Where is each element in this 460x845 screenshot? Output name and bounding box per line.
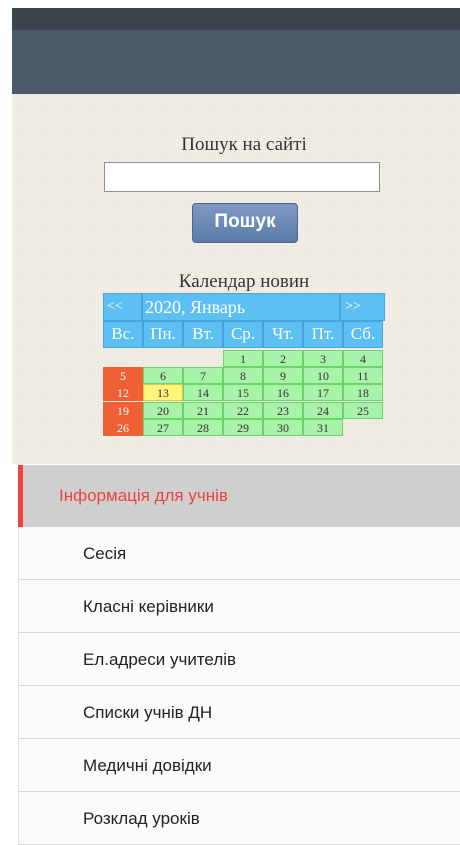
weekday-label: Ср. — [223, 321, 263, 348]
page-left-edge — [0, 8, 12, 839]
calendar-day-empty — [183, 350, 223, 367]
calendar-days-grid: 1 2 3 4 5 6 7 8 9 10 11 12 13 14 15 16 17 18 19 20 21 22 23 24 2… — [103, 350, 385, 440]
calendar-day[interactable]: 3 — [303, 350, 343, 367]
calendar-day[interactable]: 10 — [303, 367, 343, 385]
calendar-day[interactable]: 31 — [303, 418, 343, 436]
calendar-header: << 2020, Январь >> — [103, 293, 385, 321]
calendar-day[interactable]: 29 — [223, 418, 263, 436]
calendar-day[interactable]: 13 — [143, 384, 183, 402]
calendar-day[interactable]: 25 — [343, 401, 383, 419]
search-button[interactable]: Пошук — [192, 203, 298, 243]
calendar-day[interactable]: 22 — [223, 401, 263, 419]
calendar-day[interactable]: 8 — [223, 367, 263, 385]
calendar-day[interactable]: 21 — [183, 401, 223, 419]
calendar-day[interactable]: 18 — [343, 384, 383, 402]
calendar-month-label: 2020, Январь — [142, 293, 340, 321]
student-info-menu: Інформація для учнів Сесія Класні керівн… — [18, 465, 460, 845]
search-input[interactable] — [104, 162, 380, 192]
calendar-day[interactable]: 11 — [343, 367, 383, 385]
calendar-day[interactable]: 1 — [223, 350, 263, 367]
calendar-day[interactable]: 20 — [143, 401, 183, 419]
menu-item-medical-certificates[interactable]: Медичні довідки — [18, 739, 460, 792]
calendar-prev-button[interactable]: << — [103, 293, 142, 321]
calendar-day-empty — [343, 419, 383, 436]
calendar-day[interactable]: 4 — [343, 350, 383, 367]
calendar-day[interactable]: 12 — [103, 384, 143, 402]
top-bar — [12, 8, 460, 30]
calendar-day-empty — [103, 350, 143, 367]
menu-item-session[interactable]: Сесія — [18, 527, 460, 580]
calendar-day[interactable]: 9 — [263, 367, 303, 385]
site-header — [12, 30, 460, 94]
calendar-day[interactable]: 19 — [103, 401, 143, 419]
menu-item-schedule[interactable]: Розклад уроків — [18, 792, 460, 845]
calendar-day[interactable]: 15 — [223, 384, 263, 402]
calendar-title: Календар новин — [178, 271, 310, 292]
calendar-day[interactable]: 24 — [303, 401, 343, 419]
calendar-day[interactable]: 17 — [303, 384, 343, 402]
calendar-day[interactable]: 23 — [263, 401, 303, 419]
weekday-label: Вс. — [103, 321, 143, 348]
calendar-next-button[interactable]: >> — [340, 293, 385, 321]
menu-item-class-teachers[interactable]: Класні керівники — [18, 580, 460, 633]
weekday-label: Чт. — [263, 321, 303, 348]
weekday-label: Вт. — [183, 321, 223, 348]
calendar-day[interactable]: 26 — [103, 418, 143, 436]
calendar-day[interactable]: 30 — [263, 418, 303, 436]
calendar-day[interactable]: 2 — [263, 350, 303, 367]
weekday-label: Пн. — [143, 321, 183, 348]
menu-item-teacher-emails[interactable]: Ел.адреси учителів — [18, 633, 460, 686]
news-calendar: << 2020, Январь >> Вс. Пн. Вт. Ср. Чт. П… — [103, 293, 385, 440]
menu-item-student-lists[interactable]: Списки учнів ДН — [18, 686, 460, 739]
calendar-day[interactable]: 6 — [143, 367, 183, 385]
calendar-day[interactable]: 28 — [183, 418, 223, 436]
calendar-weekdays: Вс. Пн. Вт. Ср. Чт. Пт. Сб. — [103, 321, 385, 348]
menu-section-active[interactable]: Інформація для учнів — [18, 465, 460, 527]
search-title: Пошук на сайті — [181, 134, 307, 155]
calendar-day[interactable]: 14 — [183, 384, 223, 402]
weekday-label: Сб. — [343, 321, 383, 348]
calendar-day[interactable]: 5 — [103, 367, 143, 385]
calendar-day[interactable]: 7 — [183, 367, 223, 385]
calendar-day[interactable]: 16 — [263, 384, 303, 402]
weekday-label: Пт. — [303, 321, 343, 348]
calendar-day[interactable]: 27 — [143, 418, 183, 436]
calendar-day-empty — [143, 350, 183, 367]
